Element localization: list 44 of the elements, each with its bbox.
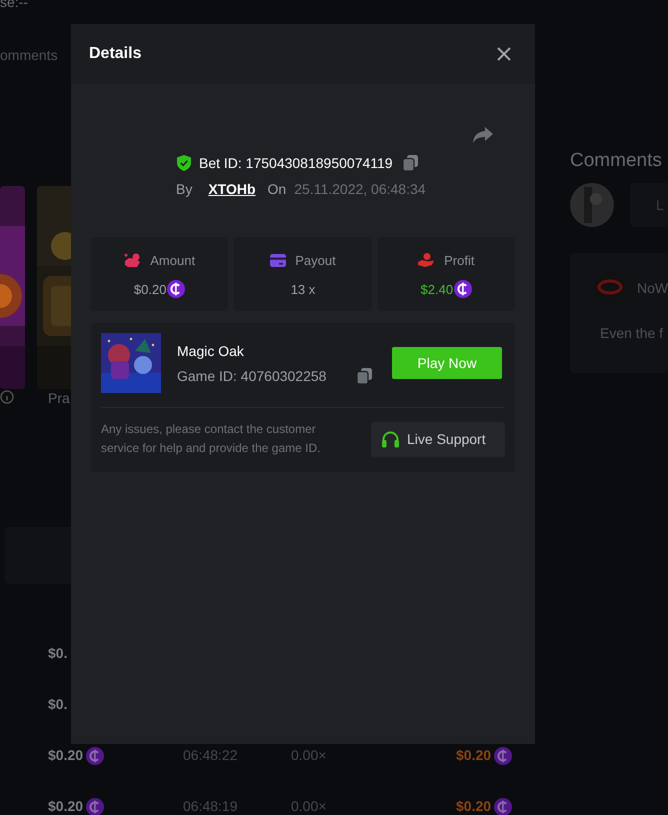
coin-icon bbox=[494, 746, 512, 764]
amount-cell: $0.20 bbox=[48, 748, 84, 763]
time-cell-text: 06:48:22 bbox=[183, 748, 238, 763]
bet-date: 25.11.2022, 06:48:34 bbox=[294, 180, 426, 198]
stat-label: Payout bbox=[295, 252, 336, 268]
comment-author: NoW bbox=[637, 280, 668, 296]
avatar bbox=[570, 183, 614, 227]
payout-cell: $0.20 bbox=[456, 799, 492, 814]
headset-icon bbox=[381, 430, 400, 448]
copy-icon[interactable] bbox=[357, 368, 372, 384]
amount-cell: $0. bbox=[48, 697, 68, 712]
on-label: On bbox=[268, 180, 286, 198]
user-link[interactable]: XTOHb bbox=[208, 180, 256, 198]
game-caption: Pra bbox=[48, 390, 70, 406]
live-support-button[interactable]: Live Support bbox=[371, 422, 505, 456]
play-now-button[interactable]: Play Now bbox=[392, 347, 502, 379]
support-note: Any issues, please contact the customer service for help and provide the game ID. bbox=[101, 421, 322, 457]
amount-cell: $0.20 bbox=[48, 799, 84, 814]
stat-value: 13 x bbox=[290, 282, 316, 296]
comment-text: Even the f bbox=[600, 325, 664, 341]
by-label: By bbox=[176, 180, 192, 198]
coin-icon bbox=[86, 798, 104, 815]
multiplier-cell-text: 0.00× bbox=[291, 748, 328, 763]
coin-icon bbox=[494, 798, 512, 815]
info-icon[interactable] bbox=[0, 390, 14, 404]
close-icon[interactable] bbox=[497, 47, 511, 61]
stat-label: Amount bbox=[150, 252, 196, 268]
multiplier-cell-text: 0.00× bbox=[291, 799, 328, 814]
time-cell-text: 06:48:19 bbox=[183, 799, 238, 814]
shield-check-icon bbox=[177, 155, 191, 171]
copy-icon[interactable] bbox=[402, 155, 418, 171]
coin-icon bbox=[86, 746, 104, 764]
comments-title: Comments bbox=[570, 149, 663, 173]
dialog-title: Details bbox=[89, 45, 142, 63]
share-icon[interactable] bbox=[472, 126, 494, 144]
amount-cell: $0. bbox=[48, 646, 68, 661]
card-icon bbox=[270, 254, 286, 266]
game-name: Magic Oak bbox=[177, 342, 245, 358]
stat-value: $2.40 bbox=[420, 282, 454, 296]
game-id: Game ID: 40760302258 bbox=[177, 368, 328, 384]
bet-id: Bet ID: 1750430818950074119 bbox=[199, 154, 393, 172]
payout-cell: $0.20 bbox=[456, 748, 492, 763]
hand-person-icon bbox=[418, 252, 436, 268]
stat-label: Profit bbox=[444, 252, 474, 268]
